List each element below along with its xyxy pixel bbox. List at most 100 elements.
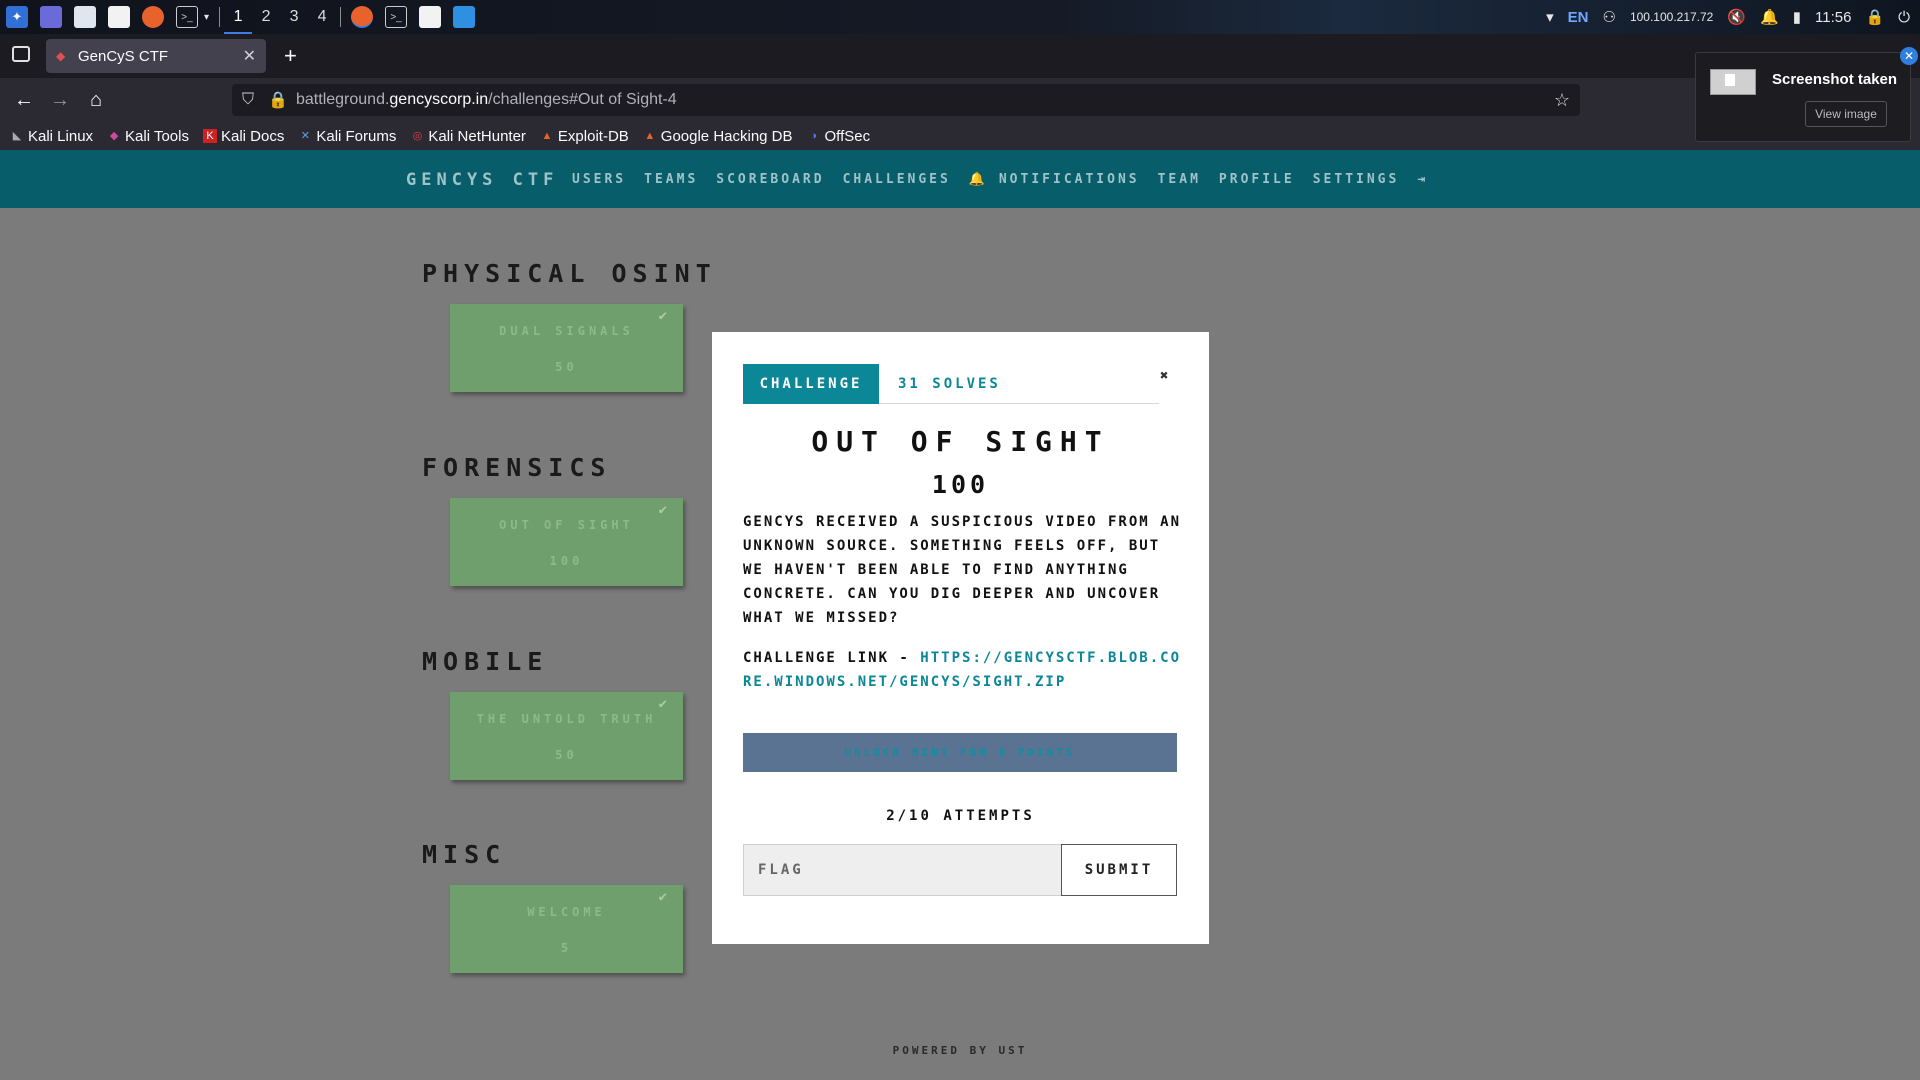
- desktop-icon[interactable]: [40, 6, 62, 28]
- notification-close-icon[interactable]: ✕: [1900, 47, 1918, 65]
- tab-close-icon[interactable]: ✕: [243, 46, 256, 66]
- text-editor-icon[interactable]: [108, 6, 130, 28]
- terminal-icon[interactable]: >_: [176, 6, 198, 28]
- challenge-name: DUAL SIGNALS: [499, 324, 634, 338]
- nav-team[interactable]: TEAM: [1158, 172, 1201, 187]
- bookmark-google-hacking-db[interactable]: ▲ Google Hacking DB: [643, 127, 793, 145]
- unlock-hint-button[interactable]: UNLOCK HINT FOR 0 POINTS: [743, 733, 1177, 772]
- close-icon[interactable]: ✖: [1160, 368, 1168, 384]
- submit-button[interactable]: SUBMIT: [1061, 844, 1177, 896]
- home-icon[interactable]: ⌂: [78, 89, 114, 112]
- challenge-title: OUT OF SIGHT: [811, 425, 1110, 458]
- battery-icon[interactable]: ▮: [1793, 8, 1801, 26]
- challenge-card-out-of-sight[interactable]: ✔ OUT OF SIGHT 100: [450, 498, 683, 586]
- bookmark-exploit-db[interactable]: ▲ Exploit-DB: [540, 127, 629, 145]
- challenge-value: 50: [555, 748, 578, 762]
- kali-forums-icon: ✕: [300, 130, 310, 142]
- lock-icon[interactable]: 🔒: [1865, 8, 1884, 26]
- firefox-icon[interactable]: [142, 6, 164, 28]
- bookmark-label: Kali Forums: [316, 127, 397, 145]
- category-title: MISC: [422, 840, 507, 869]
- bookmark-label: Kali Tools: [125, 127, 189, 145]
- challenge-card-the-untold-truth[interactable]: ✔ THE UNTOLD TRUTH 50: [450, 692, 683, 780]
- check-icon: ✔: [658, 308, 671, 324]
- bookmark-kali-linux[interactable]: ◣ Kali Linux: [10, 128, 93, 145]
- nethunter-icon: ◎: [412, 130, 423, 142]
- bookmark-label: Google Hacking DB: [660, 127, 793, 145]
- challenge-name: WELCOME: [527, 905, 606, 919]
- lock-icon[interactable]: 🔒: [268, 90, 288, 110]
- challenge-link-label: Challenge link -: [743, 650, 921, 666]
- tab-challenge[interactable]: CHALLENGE: [743, 364, 879, 404]
- bookmark-label: Exploit-DB: [557, 127, 629, 145]
- bookmark-kali-tools[interactable]: ◆ Kali Tools: [107, 128, 189, 145]
- wifi-icon[interactable]: ▾: [1546, 8, 1554, 26]
- workspace-2[interactable]: 2: [252, 0, 280, 34]
- attempts-counter: 2/10 ATTEMPTS: [886, 808, 1035, 824]
- bookmark-label: OffSec: [824, 127, 871, 145]
- logout-icon[interactable]: ⇥: [1417, 172, 1428, 187]
- screenshot-thumbnail[interactable]: [1710, 69, 1756, 95]
- back-icon[interactable]: ←: [6, 89, 42, 112]
- url-host: gencyscorp.in: [389, 91, 489, 108]
- category-title: MOBILE: [422, 647, 549, 676]
- nav-scoreboard[interactable]: SCOREBOARD: [716, 172, 824, 187]
- nav-users[interactable]: USERS: [572, 172, 626, 187]
- firefox-window-icon[interactable]: [351, 6, 374, 28]
- challenge-value: 5: [560, 941, 573, 955]
- tab-solves[interactable]: 31 SOLVES: [898, 364, 1001, 404]
- check-icon: ✔: [658, 889, 671, 905]
- bookmarks-bar: ◣ Kali Linux ◆ Kali Tools K Kali Docs ✕ Kali…: [0, 122, 1920, 150]
- flag-input[interactable]: [743, 844, 1062, 896]
- forward-icon[interactable]: →: [42, 89, 78, 112]
- url-bar[interactable]: ⛉ 🔒 battleground. gencyscorp.in/challenge…: [232, 84, 1580, 116]
- nav-settings[interactable]: SETTINGS: [1313, 172, 1400, 187]
- footer: POWERED BY UST: [892, 1044, 1028, 1057]
- power-icon[interactable]: ⏻: [1898, 9, 1910, 26]
- modal-tabs: CHALLENGE 31 SOLVES: [743, 364, 1159, 404]
- divider: [340, 7, 342, 27]
- site-brand[interactable]: GENCYS CTF: [406, 170, 558, 190]
- bookmark-star-icon[interactable]: ☆: [1554, 90, 1570, 111]
- tab-list-icon[interactable]: [12, 46, 30, 62]
- challenge-card-welcome[interactable]: ✔ WELCOME 5: [450, 885, 683, 973]
- file-manager-icon[interactable]: [74, 6, 96, 28]
- terminal-window-icon[interactable]: >_: [385, 6, 408, 28]
- clock[interactable]: 11:56: [1815, 9, 1851, 26]
- browser-tab[interactable]: ◆ GenCyS CTF ✕: [46, 39, 266, 73]
- bookmark-kali-nethunter[interactable]: ◎ Kali NetHunter: [410, 128, 526, 145]
- challenge-card-dual-signals[interactable]: ✔ DUAL SIGNALS 50: [450, 304, 683, 392]
- nav-profile[interactable]: PROFILE: [1219, 172, 1295, 187]
- check-icon: ✔: [658, 696, 671, 712]
- url-prefix: battleground.: [296, 91, 390, 108]
- bell-icon[interactable]: 🔔: [1760, 8, 1779, 26]
- editor-window-icon[interactable]: [419, 6, 442, 28]
- nav-challenges[interactable]: CHALLENGES: [843, 172, 951, 187]
- nav-notifications[interactable]: 🔔 NOTIFICATIONS: [969, 172, 1140, 187]
- bookmark-label: Kali NetHunter: [428, 127, 526, 145]
- view-image-button[interactable]: View image: [1805, 101, 1887, 127]
- challenge-name: OUT OF SIGHT: [499, 518, 634, 532]
- chevron-down-icon[interactable]: ▾: [204, 12, 209, 23]
- kali-tools-icon: ◆: [109, 130, 119, 142]
- bookmark-offsec[interactable]: ◑ OffSec: [807, 127, 871, 145]
- vpn-icon[interactable]: ⚇: [1602, 8, 1615, 26]
- shield-icon[interactable]: ⛉: [242, 91, 258, 109]
- kali-dragon-icon: ◣: [12, 130, 22, 142]
- kali-menu-icon[interactable]: ✦: [6, 6, 28, 28]
- workspace-4[interactable]: 4: [308, 0, 336, 34]
- system-tray: ▾ EN ⚇ 100.100.217.72 🔇 🔔 ▮ 11:56 🔒 ⏻: [1546, 0, 1920, 34]
- bookmark-kali-docs[interactable]: K Kali Docs: [202, 128, 284, 145]
- workspace-1[interactable]: 1: [224, 0, 253, 34]
- workspace-3[interactable]: 3: [280, 0, 308, 34]
- new-tab-icon[interactable]: +: [284, 43, 297, 69]
- ghdb-icon: ▲: [644, 130, 656, 142]
- screenshot-window-icon[interactable]: [453, 6, 476, 28]
- language-indicator[interactable]: EN: [1568, 9, 1589, 26]
- bookmark-kali-forums[interactable]: ✕ Kali Forums: [298, 127, 397, 145]
- url-path: /challenges#Out of Sight-4: [488, 91, 677, 108]
- mute-icon[interactable]: 🔇: [1727, 8, 1746, 26]
- os-panel: ✦ >_ ▾ 1 2 3 4 >_ ▾ EN ⚇ 100.100.217.72 …: [0, 0, 1920, 34]
- tab-favicon-icon: ◆: [56, 49, 66, 63]
- nav-teams[interactable]: TEAMS: [644, 172, 698, 187]
